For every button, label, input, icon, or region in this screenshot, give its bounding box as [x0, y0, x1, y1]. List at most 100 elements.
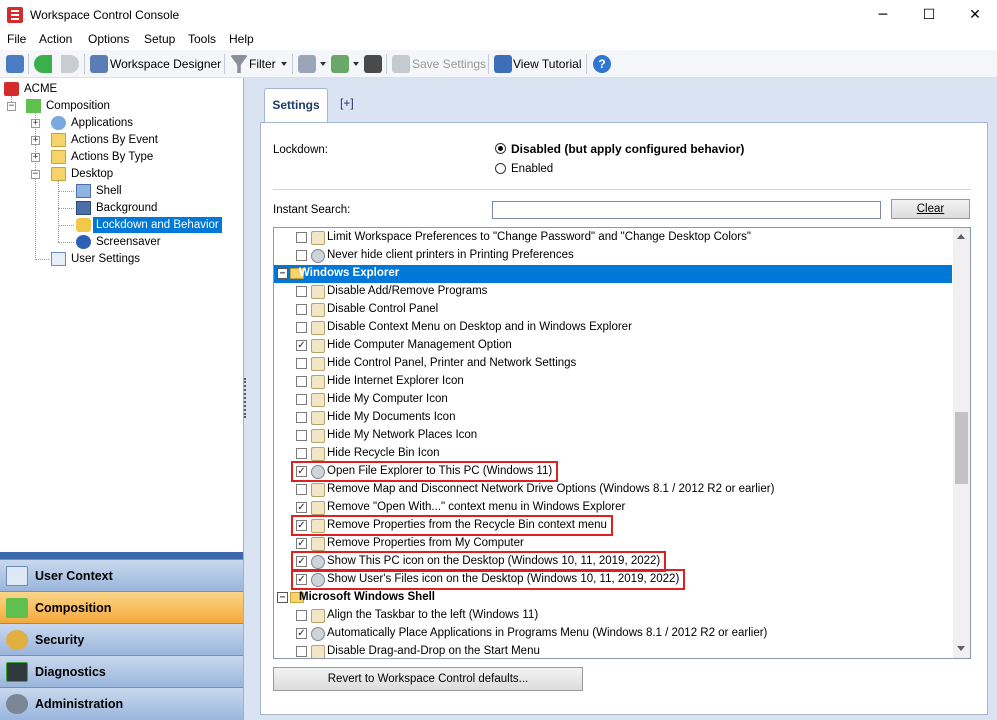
add-tab-button[interactable]: [+] — [340, 96, 354, 110]
save-settings-button[interactable]: Save Settings — [412, 57, 486, 71]
menu-setup[interactable]: Setup — [144, 32, 175, 46]
setting-checkbox[interactable] — [296, 610, 307, 621]
lockdown-disabled-label[interactable]: Disabled (but apply configured behavior) — [511, 142, 744, 156]
scroll-up-icon[interactable] — [957, 234, 965, 239]
setting-checkbox[interactable] — [296, 358, 307, 369]
setting-checkbox[interactable] — [296, 412, 307, 423]
view-tutorial-button[interactable]: View Tutorial — [513, 57, 581, 71]
printer-icon[interactable] — [364, 55, 382, 73]
revert-defaults-button[interactable]: Revert to Workspace Control defaults... — [273, 667, 583, 691]
scroll-thumb[interactable] — [955, 412, 968, 484]
back-arrow-icon[interactable] — [34, 55, 52, 73]
title-bar: Workspace Control Console ─ ☐ ✕ — [0, 0, 997, 30]
divider — [273, 189, 971, 190]
nav-user-context[interactable]: User Context — [0, 559, 243, 591]
list-scrollbar[interactable] — [953, 228, 970, 658]
collapse-composition-icon[interactable]: − — [7, 102, 16, 111]
collapse-group-icon[interactable]: − — [277, 592, 288, 603]
setting-row[interactable]: ✓ Show User's Files icon on the Desktop (… — [274, 569, 952, 590]
nav-diagnostics[interactable]: Diagnostics — [0, 655, 243, 687]
setting-row[interactable]: ✓ Hide Computer Management Option — [274, 337, 952, 355]
menu-action[interactable]: Action — [39, 32, 72, 46]
expand-actions-by-event-icon[interactable]: + — [31, 136, 40, 145]
help-icon[interactable]: ? — [593, 55, 611, 73]
setting-checkbox[interactable] — [296, 646, 307, 657]
setting-checkbox[interactable]: ✓ — [296, 628, 307, 639]
panel-splitter[interactable] — [0, 552, 243, 559]
setting-row[interactable]: Hide My Documents Icon — [274, 409, 952, 427]
tree-line — [58, 191, 74, 192]
forward-arrow-icon[interactable] — [61, 55, 79, 73]
setting-checkbox[interactable] — [296, 394, 307, 405]
expand-actions-by-type-icon[interactable]: + — [31, 153, 40, 162]
setting-row[interactable]: Disable Add/Remove Programs — [274, 283, 952, 301]
folder-open-icon — [51, 167, 66, 181]
setting-checkbox[interactable] — [296, 448, 307, 459]
home-icon[interactable] — [6, 55, 24, 73]
filter-dropdown-icon[interactable] — [281, 62, 287, 66]
menu-tools[interactable]: Tools — [188, 32, 216, 46]
nav-administration[interactable]: Administration — [0, 687, 243, 720]
setting-row[interactable]: ✓ Automatically Place Applications in Pro… — [274, 625, 952, 643]
menu-help[interactable]: Help — [229, 32, 254, 46]
collapse-desktop-icon[interactable]: − — [31, 170, 40, 179]
setting-row[interactable]: Never hide client printers in Printing P… — [274, 247, 952, 265]
lockdown-enabled-radio[interactable] — [495, 163, 506, 174]
setting-row[interactable]: Remove Map and Disconnect Network Drive … — [274, 481, 952, 499]
setting-checkbox[interactable]: ✓ — [296, 502, 307, 513]
setting-checkbox[interactable] — [296, 376, 307, 387]
setting-row[interactable]: ✓ Remove Properties from the Recycle Bin … — [274, 515, 952, 536]
nav-security[interactable]: Security — [0, 623, 243, 655]
setting-checkbox[interactable] — [296, 430, 307, 441]
setting-checkbox[interactable] — [296, 250, 307, 261]
group-header[interactable]: − Windows Explorer — [274, 265, 952, 283]
copy-dropdown-icon[interactable] — [320, 62, 326, 66]
setting-row[interactable]: Hide My Network Places Icon — [274, 427, 952, 445]
lock-icon — [311, 303, 325, 317]
setting-row[interactable]: Hide Control Panel, Printer and Network … — [274, 355, 952, 373]
expand-applications-icon[interactable]: + — [31, 119, 40, 128]
filter-button[interactable]: Filter — [249, 57, 276, 71]
maximize-button[interactable]: ☐ — [906, 0, 952, 30]
setting-label: Align the Taskbar to the left (Windows 1… — [327, 609, 539, 621]
setting-checkbox[interactable] — [296, 232, 307, 243]
splitter-grip[interactable] — [244, 378, 248, 418]
setting-row[interactable]: Align the Taskbar to the left (Windows 1… — [274, 607, 952, 625]
setting-row[interactable]: Hide Internet Explorer Icon — [274, 373, 952, 391]
minimize-button[interactable]: ─ — [860, 0, 906, 30]
instant-search-input[interactable] — [492, 201, 881, 219]
gear-icon — [311, 249, 325, 263]
lockdown-enabled-label[interactable]: Enabled — [511, 163, 553, 175]
packages-icon[interactable] — [331, 55, 349, 73]
clear-button[interactable]: Clear — [891, 199, 970, 219]
setting-checkbox[interactable] — [296, 304, 307, 315]
toolbar-separator — [224, 54, 225, 74]
setting-row[interactable]: Disable Control Panel — [274, 301, 952, 319]
setting-label: Hide Computer Management Option — [327, 339, 512, 351]
menu-file[interactable]: File — [7, 32, 26, 46]
lockdown-disabled-radio[interactable] — [495, 143, 506, 154]
nav-composition[interactable]: Composition — [0, 591, 243, 623]
copy-icon[interactable] — [298, 55, 316, 73]
tab-settings[interactable]: Settings — [264, 88, 328, 122]
setting-checkbox[interactable]: ✓ — [296, 538, 307, 549]
scroll-down-icon[interactable] — [957, 646, 965, 651]
workspace-designer-button[interactable]: Workspace Designer — [110, 57, 221, 71]
setting-row[interactable]: Hide My Computer Icon — [274, 391, 952, 409]
setting-row[interactable]: Limit Workspace Preferences to "Change P… — [274, 229, 952, 247]
packages-dropdown-icon[interactable] — [353, 62, 359, 66]
setting-checkbox[interactable] — [296, 286, 307, 297]
setting-checkbox[interactable]: ✓ — [296, 340, 307, 351]
toolbar-separator — [488, 54, 489, 74]
setting-label: Automatically Place Applications in Prog… — [327, 627, 768, 639]
setting-checkbox[interactable] — [296, 484, 307, 495]
setting-row[interactable]: Disable Drag-and-Drop on the Start Menu — [274, 643, 952, 658]
menu-options[interactable]: Options — [88, 32, 129, 46]
setting-row[interactable]: Disable Context Menu on Desktop and in W… — [274, 319, 952, 337]
setting-row[interactable]: ✓ Open File Explorer to This PC (Windows … — [274, 461, 952, 482]
close-button[interactable]: ✕ — [952, 0, 997, 30]
group-header[interactable]: − Microsoft Windows Shell — [274, 589, 952, 607]
setting-checkbox[interactable] — [296, 322, 307, 333]
collapse-group-icon[interactable]: − — [277, 268, 288, 279]
setting-label: Remove Map and Disconnect Network Drive … — [327, 483, 775, 495]
